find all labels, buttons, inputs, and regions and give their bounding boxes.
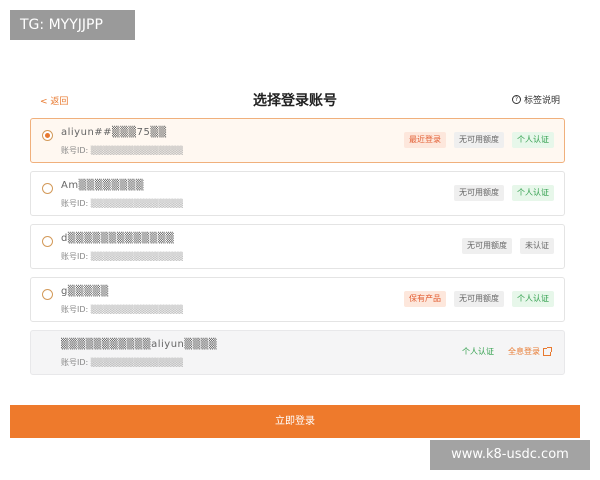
account-name: d▒▒▒▒▒▒▒▒▒▒▒▒▒ (61, 233, 175, 244)
radio-button[interactable] (42, 130, 53, 141)
account-id-value: ▒▒▒▒▒▒▒▒▒▒▒▒▒▒▒ (90, 252, 184, 261)
radio-button[interactable] (42, 183, 53, 194)
account-select-panel: < 返回 选择登录账号 ? 标签说明 aliyun##▒▒▒75▒▒ 账号ID:… (10, 58, 580, 404)
external-link-icon (543, 347, 552, 356)
account-row[interactable]: d▒▒▒▒▒▒▒▒▒▒▒▒▒ 账号ID: ▒▒▒▒▒▒▒▒▒▒▒▒▒▒▒ 无可用… (30, 224, 565, 269)
account-id-label: 账号ID: (61, 358, 89, 367)
login-now-button[interactable]: 立即登录 (10, 405, 580, 438)
full-login-link[interactable]: 全息登录 (505, 344, 554, 360)
help-icon: ? (511, 95, 521, 104)
overlay-url-label: www.k8-usdc.com (430, 440, 590, 470)
account-name: aliyun##▒▒▒75▒▒ (61, 127, 167, 138)
tag-no-quota: 无可用额度 (454, 185, 504, 201)
tag-personal-verified: 个人认证 (512, 185, 554, 201)
header: < 返回 选择登录账号 ? 标签说明 (10, 88, 580, 112)
tag-has-product: 保有产品 (404, 291, 446, 307)
account-id: 账号ID: ▒▒▒▒▒▒▒▒▒▒▒▒▒▒▒ (61, 198, 183, 209)
account-id-label: 账号ID: (61, 305, 89, 314)
account-id-value: ▒▒▒▒▒▒▒▒▒▒▒▒▒▒▒ (90, 358, 184, 367)
account-id-label: 账号ID: (61, 199, 89, 208)
account-name: g▒▒▒▒▒ (61, 286, 109, 297)
account-name: ▒▒▒▒▒▒▒▒▒▒▒aliyun▒▒▒▒ (61, 339, 218, 350)
account-tags: 无可用额度 未认证 (462, 238, 554, 254)
full-login-label: 全息登录 (508, 347, 540, 356)
account-name: Am▒▒▒▒▒▒▒▒ (61, 180, 145, 191)
account-id-value: ▒▒▒▒▒▒▒▒▒▒▒▒▒▒▒ (90, 199, 184, 208)
account-id-value: ▒▒▒▒▒▒▒▒▒▒▒▒▒▒▒ (90, 305, 184, 314)
tag-no-quota: 无可用额度 (454, 291, 504, 307)
tag-personal-verified: 个人认证 (512, 132, 554, 148)
radio-button[interactable] (42, 236, 53, 247)
account-id: 账号ID: ▒▒▒▒▒▒▒▒▒▒▒▒▒▒▒ (61, 357, 183, 368)
account-tags: 个人认证 全息登录 (459, 344, 554, 360)
account-row[interactable]: g▒▒▒▒▒ 账号ID: ▒▒▒▒▒▒▒▒▒▒▒▒▒▒▒ 保有产品 无可用额度 … (30, 277, 565, 322)
account-tags: 保有产品 无可用额度 个人认证 (404, 291, 554, 307)
account-row-disabled: ▒▒▒▒▒▒▒▒▒▒▒aliyun▒▒▒▒ 账号ID: ▒▒▒▒▒▒▒▒▒▒▒▒… (30, 330, 565, 375)
account-tags: 最近登录 无可用额度 个人认证 (404, 132, 554, 148)
account-tags: 无可用额度 个人认证 (454, 185, 554, 201)
tag-help-link[interactable]: ? 标签说明 (511, 93, 560, 106)
account-id: 账号ID: ▒▒▒▒▒▒▒▒▒▒▒▒▒▒▒ (61, 145, 183, 156)
tag-recent-login: 最近登录 (404, 132, 446, 148)
tag-no-quota: 无可用额度 (462, 238, 512, 254)
overlay-tg-label: TG: MYYJJPP (10, 10, 135, 40)
account-id: 账号ID: ▒▒▒▒▒▒▒▒▒▒▒▒▒▒▒ (61, 251, 183, 262)
page-title: 选择登录账号 (253, 93, 337, 109)
radio-button[interactable] (42, 289, 53, 300)
account-id-label: 账号ID: (61, 146, 89, 155)
account-id-value: ▒▒▒▒▒▒▒▒▒▒▒▒▒▒▒ (90, 146, 184, 155)
account-id-label: 账号ID: (61, 252, 89, 261)
account-id: 账号ID: ▒▒▒▒▒▒▒▒▒▒▒▒▒▒▒ (61, 304, 183, 315)
tag-help-label: 标签说明 (523, 96, 560, 106)
tag-no-quota: 无可用额度 (454, 132, 504, 148)
account-row[interactable]: Am▒▒▒▒▒▒▒▒ 账号ID: ▒▒▒▒▒▒▒▒▒▒▒▒▒▒▒ 无可用额度 个… (30, 171, 565, 216)
account-row[interactable]: aliyun##▒▒▒75▒▒ 账号ID: ▒▒▒▒▒▒▒▒▒▒▒▒▒▒▒ 最近… (30, 118, 565, 163)
tag-personal-verified: 个人认证 (462, 347, 494, 356)
tag-personal-verified: 个人认证 (512, 291, 554, 307)
tag-unverified: 未认证 (520, 238, 554, 254)
